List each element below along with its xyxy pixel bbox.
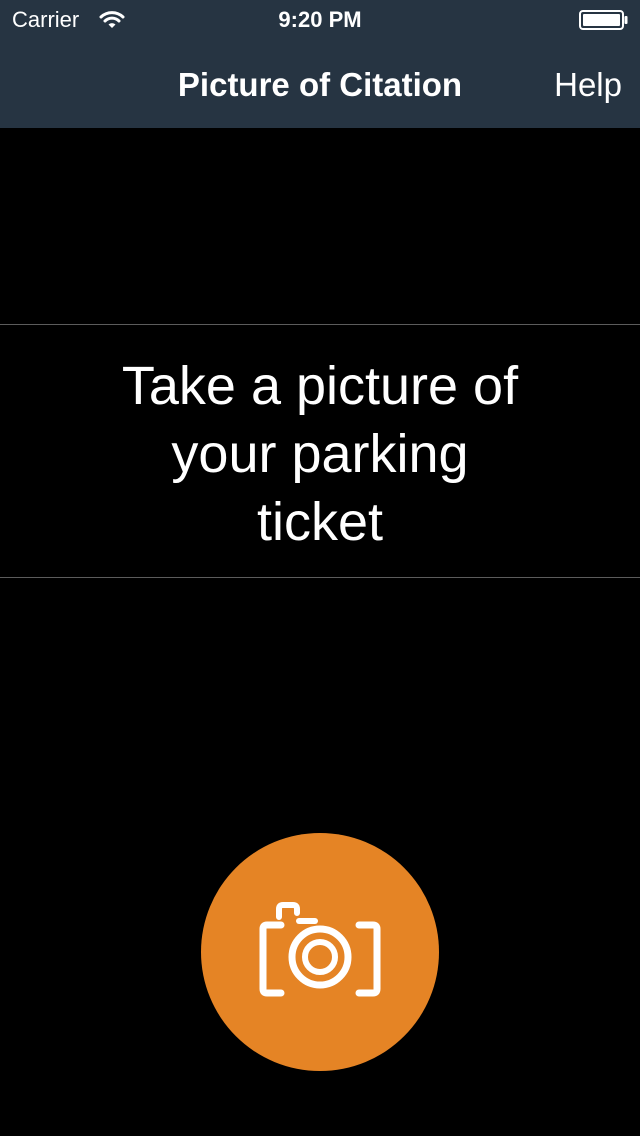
divider-bottom (0, 577, 640, 578)
divider-top (0, 324, 640, 325)
camera-icon (259, 902, 381, 997)
instruction-line-1: Take a picture of (121, 356, 519, 416)
battery-icon (579, 10, 628, 30)
page-title: Picture of Citation (177, 66, 463, 103)
status-bar: Carrier 9:20 PM (0, 0, 640, 40)
help-button[interactable]: Help (554, 64, 622, 106)
status-time: 9:20 PM (278, 7, 362, 32)
instruction-line-2: your parking (171, 424, 469, 484)
instruction-text: Take a picture of your parking ticket (70, 352, 570, 556)
take-picture-button[interactable] (201, 833, 439, 1071)
top-bar: Carrier 9:20 PM Picture of Citation Help (0, 0, 640, 128)
instruction-line-3: ticket (256, 492, 384, 552)
